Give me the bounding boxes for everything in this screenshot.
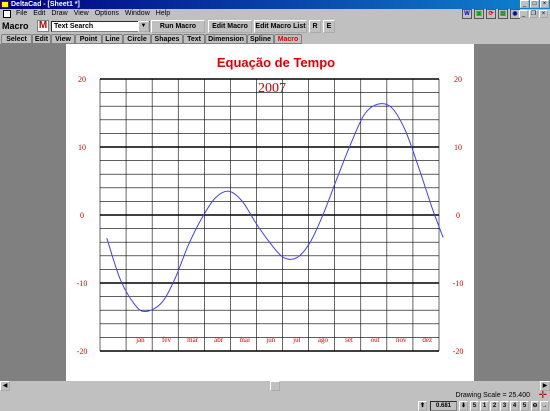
- y-tick-label-left: -20: [77, 347, 88, 356]
- document-window-controls: _ ❐ ×: [519, 10, 548, 18]
- macro-toolbar: Macro M Text Search ▼ Run Macro Edit Mac…: [0, 19, 550, 34]
- x-tick-label: jun: [265, 336, 275, 344]
- drawing-scale: Drawing Scale = 25.400: [455, 392, 530, 399]
- image-icon[interactable]: ▣: [474, 9, 484, 19]
- window-controls: _ □ ×: [520, 0, 549, 8]
- edit-macro-list-button[interactable]: Edit Macro List: [254, 20, 307, 33]
- document-icon[interactable]: [3, 10, 11, 18]
- x-tick-label: mai: [239, 336, 250, 344]
- menu-view[interactable]: View: [71, 9, 92, 19]
- x-tick-label: set: [345, 336, 353, 344]
- doc-close-icon[interactable]: ×: [539, 10, 548, 18]
- y-tick-label-right: 20: [454, 75, 462, 84]
- menu-options[interactable]: Options: [92, 9, 122, 19]
- y-tick-label-right: -10: [453, 279, 464, 288]
- drawing-workspace[interactable]: Equação de Tempo 2007 20 20 10 10 0 0 -10 -10 -2…: [0, 44, 550, 381]
- menu-draw[interactable]: Draw: [48, 9, 70, 19]
- chart-title: Equação de Tempo: [217, 55, 335, 70]
- tab-select[interactable]: Select: [1, 34, 32, 44]
- x-tick-label: mar: [187, 336, 199, 344]
- app-icon[interactable]: [1, 1, 9, 8]
- equation-of-time-chart: Equação de Tempo 2007 20 20 10 10 0 0 -10 -10 -2…: [77, 55, 464, 356]
- minimize-icon[interactable]: _: [520, 0, 529, 8]
- menu-window[interactable]: Window: [122, 9, 153, 19]
- doc-restore-icon[interactable]: ❐: [529, 10, 538, 18]
- menu-bar: File Edit Draw View Options Window Help …: [0, 9, 550, 19]
- x-tick-label: dez: [422, 336, 432, 344]
- close-icon[interactable]: ×: [540, 0, 549, 8]
- x-tick-label: out: [371, 336, 380, 344]
- status-bar: Drawing Scale = 25.400 ✛ ⬆ 0.681 ⬇ 5 1 2…: [0, 391, 550, 411]
- y-tick-label-right: -20: [453, 347, 464, 356]
- y-tick-label-right: 10: [454, 143, 462, 152]
- cursor-down-icon[interactable]: ⬇: [459, 401, 468, 411]
- r-button[interactable]: R: [309, 20, 321, 33]
- title-bar: DeltaCad - [Sheet1 *] _ □ ×: [0, 0, 550, 9]
- scroll-left-icon[interactable]: ◀: [0, 381, 10, 391]
- tool-tabs: Select Edit View Point Line Circle Shape…: [0, 34, 550, 44]
- scroll-thumb[interactable]: [270, 381, 280, 391]
- tab-dimension[interactable]: Dimension: [205, 34, 247, 44]
- tab-line[interactable]: Line: [102, 34, 123, 44]
- x-tick-label: fev: [162, 336, 171, 344]
- zoom-out-icon[interactable]: ⊖: [531, 401, 539, 411]
- menu-edit[interactable]: Edit: [30, 9, 48, 19]
- tab-macro[interactable]: Macro: [274, 34, 302, 44]
- menu-help[interactable]: Help: [153, 9, 173, 19]
- x-tick-label: abr: [214, 336, 224, 344]
- edit-macro-button[interactable]: Edit Macro: [208, 20, 252, 33]
- status-button-5[interactable]: 5: [520, 401, 529, 411]
- run-macro-button[interactable]: Run Macro: [151, 20, 205, 33]
- y-tick-label-left: 10: [78, 143, 86, 152]
- chart-icon[interactable]: ▤: [498, 9, 508, 19]
- equation-of-time-curve: [106, 103, 444, 313]
- maximize-icon[interactable]: □: [530, 0, 539, 8]
- crosshair-icon: ✛: [538, 390, 547, 401]
- x-tick-label: nov: [396, 336, 407, 344]
- tab-point[interactable]: Point: [75, 34, 102, 44]
- word-icon[interactable]: W: [462, 9, 472, 19]
- y-tick-label-left: 20: [78, 75, 86, 84]
- chart-subtitle: 2007: [258, 81, 286, 96]
- macro-select[interactable]: Text Search: [51, 21, 150, 32]
- x-tick-label: ago: [318, 336, 329, 344]
- tab-shapes[interactable]: Shapes: [151, 34, 183, 44]
- status-button-3[interactable]: 3: [500, 401, 509, 411]
- y-tick-label-left: -10: [77, 279, 88, 288]
- doc-minimize-icon[interactable]: _: [519, 10, 528, 18]
- chevron-down-icon[interactable]: ▼: [138, 21, 149, 32]
- tab-circle[interactable]: Circle: [123, 34, 151, 44]
- y-tick-label-right: 0: [456, 211, 460, 220]
- cursor-up-icon[interactable]: ⬆: [418, 401, 427, 411]
- menu-file[interactable]: File: [13, 9, 30, 19]
- e-button[interactable]: E: [323, 20, 335, 33]
- coordinate-readout: 0.681: [430, 401, 457, 411]
- tab-edit[interactable]: Edit: [32, 34, 51, 44]
- tab-spline[interactable]: Spline: [247, 34, 274, 44]
- macro-icon[interactable]: M: [37, 20, 49, 32]
- x-tick-label: jul: [292, 336, 300, 344]
- horizontal-scrollbar[interactable]: ◀ ▶: [0, 381, 550, 391]
- status-button-1[interactable]: 1: [480, 401, 489, 411]
- tab-text[interactable]: Text: [183, 34, 205, 44]
- toolbar-label: Macro: [2, 21, 29, 31]
- x-tick-label: jan: [135, 336, 145, 344]
- status-button-2[interactable]: 2: [490, 401, 499, 411]
- window-title: DeltaCad - [Sheet1 *]: [11, 1, 80, 8]
- y-tick-label-left: 0: [80, 211, 84, 220]
- zoom-arrow-icon[interactable]: →: [540, 401, 549, 411]
- app-shortcuts: W ▣ ⟳ ▤ ◉: [462, 9, 520, 19]
- refresh-icon[interactable]: ⟳: [486, 9, 496, 19]
- status-button-s[interactable]: 5: [470, 401, 479, 411]
- status-button-4[interactable]: 4: [510, 401, 519, 411]
- drawing-sheet[interactable]: Equação de Tempo 2007 20 20 10 10 0 0 -10 -10 -2…: [66, 44, 474, 381]
- tab-view[interactable]: View: [51, 34, 75, 44]
